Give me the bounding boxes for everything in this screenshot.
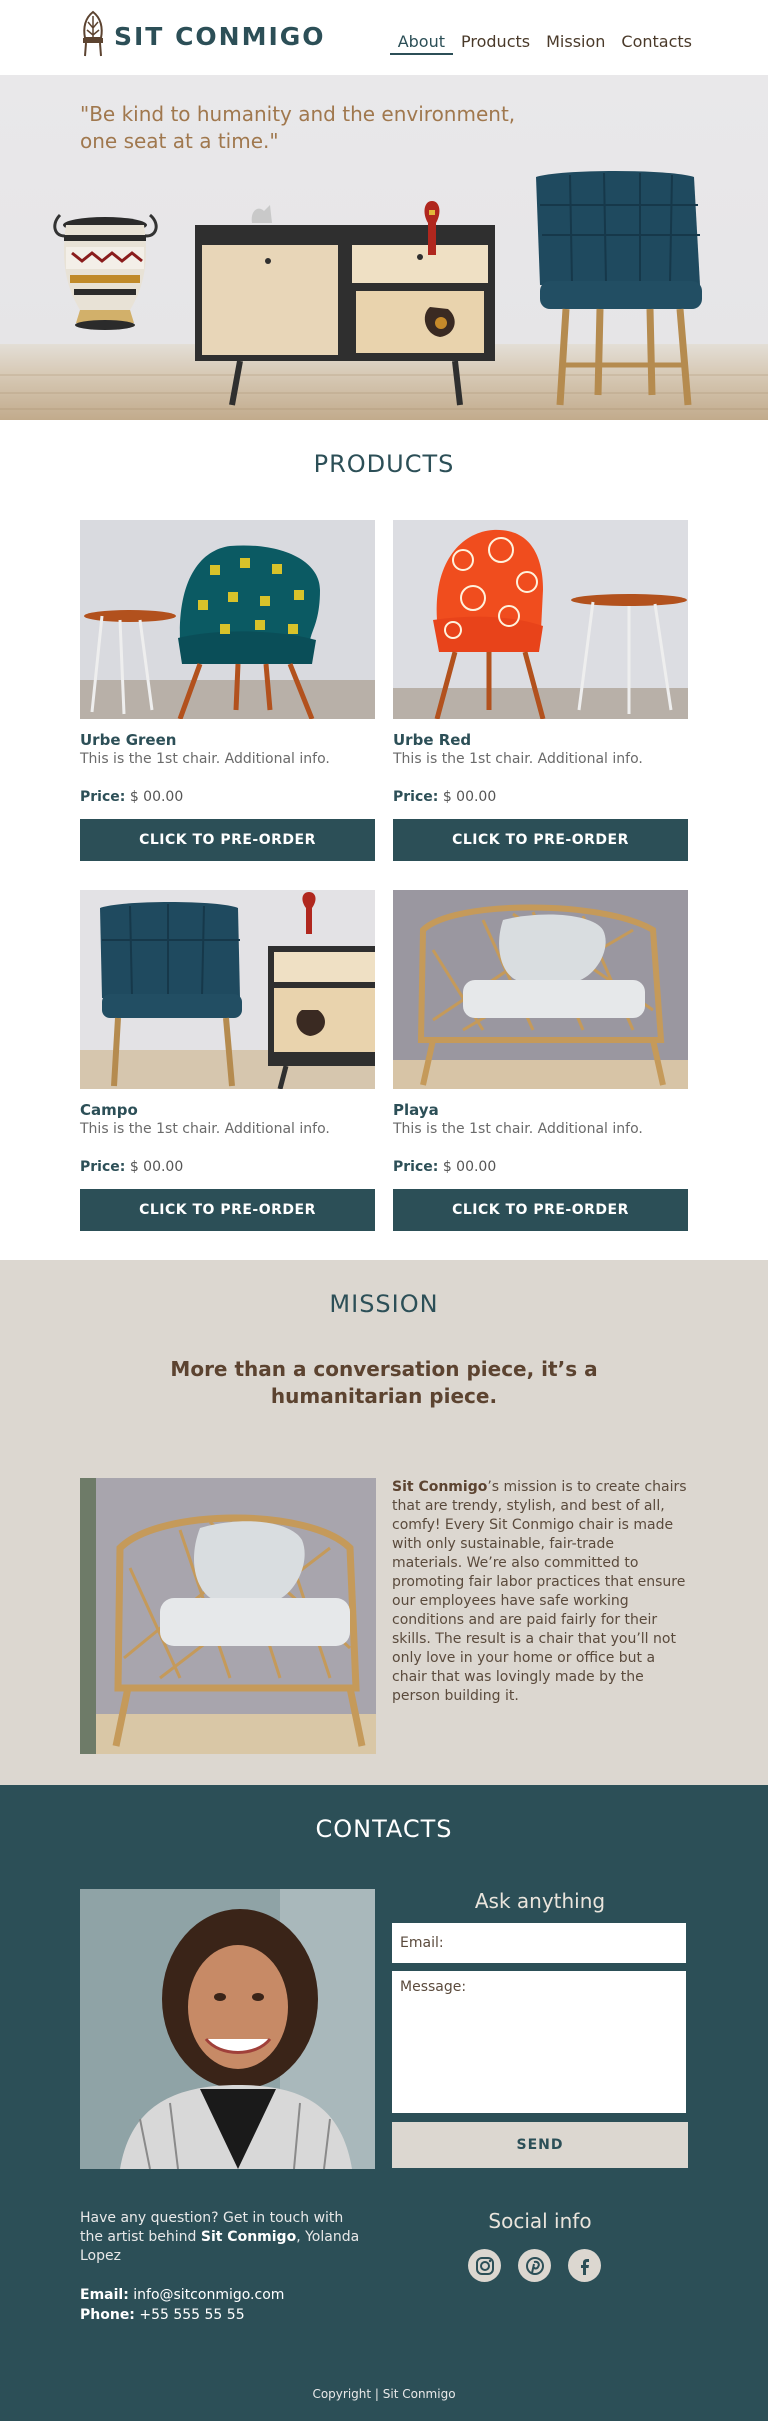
- phone-value[interactable]: +55 555 55 55: [139, 2307, 244, 2323]
- contacts-section: CONTACTS Ask anything SEND Have any ques…: [0, 1785, 768, 2421]
- product-description: This is the 1st chair. Additional info.: [393, 751, 643, 767]
- product-name: Campo: [80, 1101, 138, 1119]
- email-value[interactable]: info@sitconmigo.com: [133, 2287, 284, 2303]
- nav-contacts[interactable]: Contacts: [613, 32, 700, 55]
- send-button[interactable]: SEND: [392, 2122, 688, 2168]
- product-image-campo: [80, 890, 375, 1089]
- products-section: PRODUCTS Urbe Green This is the 1st chai…: [0, 420, 768, 1260]
- instagram-icon[interactable]: [468, 2249, 501, 2282]
- hero-banner: "Be kind to humanity and the environment…: [0, 75, 768, 420]
- hero-quote-line1: "Be kind to humanity and the environment…: [80, 102, 516, 126]
- social-title: Social info: [488, 2209, 592, 2233]
- contact-intro-brand: Sit Conmigo: [200, 2229, 297, 2245]
- message-field[interactable]: [392, 1971, 686, 2113]
- product-description: This is the 1st chair. Additional info.: [80, 751, 330, 767]
- pinterest-icon[interactable]: [518, 2249, 551, 2282]
- contact-phone-line: Phone: +55 555 55 55: [80, 2305, 284, 2325]
- nav-mission[interactable]: Mission: [538, 32, 613, 55]
- price-label: Price:: [80, 1159, 126, 1175]
- nav-about[interactable]: About: [389, 32, 454, 55]
- price-label: Price:: [393, 789, 439, 805]
- brand-logo[interactable]: SIT CONMIGO: [80, 10, 326, 60]
- price-label: Price:: [80, 789, 126, 805]
- social-links: [468, 2249, 601, 2282]
- blue-chair-image: [536, 171, 702, 406]
- preorder-button[interactable]: CLICK TO PRE-ORDER: [393, 819, 688, 861]
- contact-intro: Have any question? Get in touch with the…: [80, 2209, 370, 2266]
- product-image-playa: [393, 890, 688, 1089]
- products-title: PRODUCTS: [313, 450, 455, 478]
- contact-details: Email: info@sitconmigo.com Phone: +55 55…: [80, 2285, 284, 2325]
- price-label: Price:: [393, 1159, 439, 1175]
- brand-name: SIT CONMIGO: [114, 21, 326, 51]
- preorder-button[interactable]: CLICK TO PRE-ORDER: [80, 819, 375, 861]
- hero-quote-line2: one seat at a time.": [80, 129, 279, 153]
- mission-chair-image: [80, 1478, 376, 1754]
- contact-form-title: Ask anything: [474, 1889, 606, 1913]
- price-value: $ 00.00: [442, 1159, 497, 1175]
- contact-email-line: Email: info@sitconmigo.com: [80, 2285, 284, 2305]
- artist-portrait-image: [80, 1889, 375, 2169]
- nav-products[interactable]: Products: [453, 32, 538, 55]
- price-value: $ 00.00: [129, 1159, 184, 1175]
- copyright: Copyright | Sit Conmigo: [312, 2387, 456, 2401]
- mission-brand: Sit Conmigo: [392, 1479, 488, 1495]
- facebook-icon[interactable]: [568, 2249, 601, 2282]
- product-name: Urbe Red: [393, 731, 472, 749]
- product-card: Urbe Red This is the 1st chair. Addition…: [393, 520, 688, 861]
- product-description: This is the 1st chair. Additional info.: [80, 1121, 330, 1137]
- product-card: Urbe Green This is the 1st chair. Additi…: [80, 520, 375, 861]
- price-value: $ 00.00: [129, 789, 184, 805]
- product-name: Urbe Green: [80, 731, 177, 749]
- mission-lead: More than a conversation piece, it’s a h…: [170, 1357, 598, 1408]
- product-price: Price: $ 00.00: [80, 789, 375, 805]
- product-name: Playa: [393, 1101, 439, 1119]
- mission-title: MISSION: [329, 1290, 439, 1318]
- product-card: Campo This is the 1st chair. Additional …: [80, 890, 375, 1231]
- mission-body: ’s mission is to create chairs that are …: [392, 1479, 687, 1704]
- site-header: SIT CONMIGO About Products Mission Conta…: [0, 0, 768, 75]
- product-description: This is the 1st chair. Additional info.: [393, 1121, 643, 1137]
- preorder-button[interactable]: CLICK TO PRE-ORDER: [393, 1189, 688, 1231]
- contacts-title: CONTACTS: [315, 1815, 453, 1843]
- main-nav: About Products Mission Contacts: [389, 32, 700, 55]
- hero-quote: "Be kind to humanity and the environment…: [80, 101, 515, 155]
- product-price: Price: $ 00.00: [80, 1159, 375, 1175]
- vase-image: [53, 213, 158, 330]
- sideboard-image: [195, 201, 495, 406]
- product-image-urbe-green: [80, 520, 375, 719]
- mission-text: Sit Conmigo’s mission is to create chair…: [392, 1478, 688, 1706]
- email-field[interactable]: [392, 1923, 686, 1963]
- product-price: Price: $ 00.00: [393, 789, 688, 805]
- mission-section: MISSION More than a conversation piece, …: [0, 1260, 768, 1785]
- preorder-button[interactable]: CLICK TO PRE-ORDER: [80, 1189, 375, 1231]
- email-label: Email:: [80, 2287, 129, 2303]
- product-price: Price: $ 00.00: [393, 1159, 688, 1175]
- product-image-urbe-red: [393, 520, 688, 719]
- price-value: $ 00.00: [442, 789, 497, 805]
- phone-label: Phone:: [80, 2307, 135, 2323]
- product-card: Playa This is the 1st chair. Additional …: [393, 890, 688, 1231]
- chair-logo-icon: [83, 10, 103, 57]
